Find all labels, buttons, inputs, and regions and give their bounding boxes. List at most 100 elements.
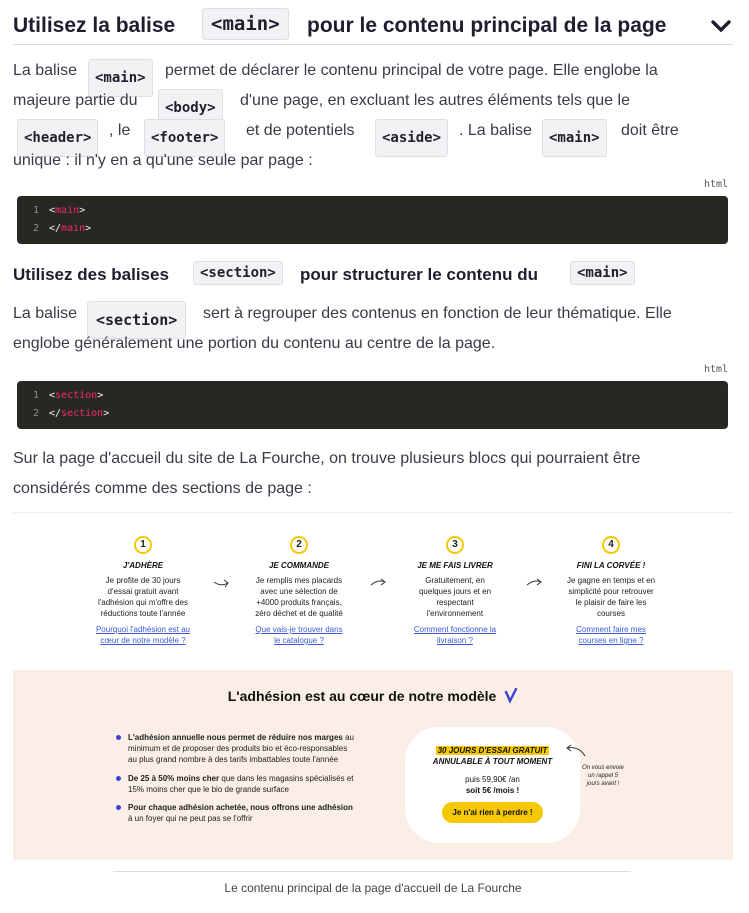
price-line: puis 59,90€ /an xyxy=(465,775,520,784)
step-link[interactable]: Que vais-je trouver dans le catalogue ? xyxy=(239,624,359,646)
step-link[interactable]: Pourquoi l'adhésion est au cœur de notre… xyxy=(83,624,203,646)
promo-title-text: L'adhésion est au cœur de notre modèle xyxy=(227,688,497,704)
code-tag: main xyxy=(55,205,80,216)
text-line: respectant xyxy=(436,598,474,607)
text: doit être xyxy=(621,122,679,139)
step-link[interactable]: Comment fonctionne la livraison ? xyxy=(395,624,515,646)
link-line[interactable]: livraison ? xyxy=(395,635,515,646)
code-punct: > xyxy=(79,205,86,216)
link-line[interactable]: cœur de notre modèle ? xyxy=(83,635,203,646)
code-punct: </ xyxy=(49,408,62,419)
text: . La balise xyxy=(459,122,532,139)
heading-code: <section> xyxy=(193,261,283,285)
code-line: 2 </section> xyxy=(17,408,109,419)
text: englobe généralement une portion du cont… xyxy=(13,335,496,352)
offer-line: 30 JOURS D'ESSAI GRATUIT xyxy=(435,746,550,755)
checkmark-doodle-icon xyxy=(505,687,518,704)
code-punct: </ xyxy=(49,223,62,234)
note-line: un rappel 5 xyxy=(587,773,619,779)
text: , le xyxy=(109,122,131,139)
bullet-rest: au xyxy=(345,733,354,742)
line-number: 2 xyxy=(32,408,39,419)
bullet-bold: Pour chaque adhésion achetée, nous offro… xyxy=(128,803,353,812)
link-line[interactable]: Que vais-je trouver dans xyxy=(239,624,359,635)
note-line: jours avant ! xyxy=(586,781,620,787)
inline-code: <main> xyxy=(542,119,607,157)
offer-card: 30 JOURS D'ESSAI GRATUIT ANNULABLE À TOU… xyxy=(405,727,580,843)
bullet-dot xyxy=(116,805,121,810)
line-number: 1 xyxy=(32,390,39,401)
text-line: réductions toute l'année xyxy=(100,609,186,618)
line-number: 2 xyxy=(32,223,39,234)
figure-caption: Le contenu principal de la page d'accuei… xyxy=(224,881,522,895)
steps-row: 1 J'ADHÈRE Je profite de 30 jours d'essa… xyxy=(13,530,733,660)
text-line: quelques jours et en xyxy=(418,587,492,596)
link-line[interactable]: Pourquoi l'adhésion est au xyxy=(83,624,203,635)
line-number: 1 xyxy=(32,205,39,216)
code-punct: > xyxy=(85,223,92,234)
step-number-badge: 4 xyxy=(602,536,620,554)
bullet-rest: que dans les magasins spécialisés et xyxy=(221,774,354,783)
text: La balise xyxy=(13,305,78,322)
code-tag: section xyxy=(61,408,104,419)
step-description: Je gagne en temps et en simplicité pour … xyxy=(556,575,666,619)
arrow-right-icon xyxy=(370,578,386,586)
link-line[interactable]: courses en ligne ? xyxy=(551,635,671,646)
text-line: Je profite de 30 jours xyxy=(105,576,181,585)
text-line: l'environnement xyxy=(426,609,484,618)
heading-text: Utilisez des balises xyxy=(13,265,169,284)
curved-arrow-icon xyxy=(566,744,586,757)
bullet-bold: L'adhésion annuelle nous permet de rédui… xyxy=(128,733,343,742)
text: considérés comme des sections de page : xyxy=(13,480,312,497)
step-title: FINI LA CORVÉE ! xyxy=(576,561,646,570)
text-line: avec une sélection de xyxy=(260,587,338,596)
heading-text: pour structurer le contenu du xyxy=(300,265,539,284)
bullet-dot xyxy=(116,735,121,740)
text: sert à regrouper des contenus en fonctio… xyxy=(203,305,672,322)
code-line: 1 <main> xyxy=(17,205,85,216)
text-line: courses xyxy=(596,609,625,618)
link-line[interactable]: Comment faire mes xyxy=(551,624,671,635)
chevron-down-icon[interactable] xyxy=(710,18,732,34)
text-line: le plaisir de faire les xyxy=(575,598,647,607)
heading-text: pour le contenu principal de la page xyxy=(307,14,667,37)
lafourche-paragraph: Sur la page d'accueil du site de La Four… xyxy=(13,444,738,504)
step-number-badge: 1 xyxy=(134,536,152,554)
step-description: Je remplis mes placards avec une sélecti… xyxy=(244,575,354,619)
code-lang-label: html xyxy=(704,364,729,375)
step-description: Gratuitement, en quelques jours et en re… xyxy=(400,575,510,619)
section-heading-main: Utilisez la balise <main> pour le conten… xyxy=(13,8,733,44)
text-line: zéro déchet et de qualité xyxy=(255,609,343,618)
code-punct: > xyxy=(103,408,110,419)
code-block-main[interactable]: 1 <main> 2 </main> xyxy=(17,196,728,244)
text-line: Je remplis mes placards xyxy=(255,576,343,585)
bullet-text: Pour chaque adhésion achetée, nous offro… xyxy=(128,802,386,824)
price-line: soit 5€ /mois ! xyxy=(465,786,520,795)
step-title: J'ADHÈRE xyxy=(122,561,164,570)
offer-line: ANNULABLE À TOUT MOMENT xyxy=(432,757,553,766)
bullet-text: L'adhésion annuelle nous permet de rédui… xyxy=(128,732,386,765)
heading-divider xyxy=(13,44,733,45)
code-line: 2 </main> xyxy=(17,223,91,234)
code-block-section[interactable]: 1 <section> 2 </section> xyxy=(17,381,728,429)
link-line[interactable]: le catalogue ? xyxy=(239,635,359,646)
offer-headline: 30 JOURS D'ESSAI GRATUIT ANNULABLE À TOU… xyxy=(405,745,580,767)
bullet-rest: à un foyer qui ne peut pas se l'offrir xyxy=(128,814,253,823)
promo-section: L'adhésion est au cœur de notre modèle L… xyxy=(13,670,733,860)
text: La balise xyxy=(13,62,78,79)
text-line: l'adhésion qui m'offre des xyxy=(97,598,189,607)
bullet-bold: De 25 à 50% moins cher xyxy=(128,774,220,783)
text-line: d'essai gratuit avant xyxy=(107,587,179,596)
promo-title: L'adhésion est au cœur de notre modèle xyxy=(13,687,733,704)
heading-code: <main> xyxy=(202,8,289,40)
bullet-text: De 25 à 50% moins cher que dans les maga… xyxy=(128,773,386,795)
section-paragraph: La balise <section> sert à regrouper des… xyxy=(13,299,738,359)
text: et de potentiels xyxy=(246,122,355,139)
offer-cta-button[interactable]: Je n'ai rien à perdre ! xyxy=(442,802,543,823)
step-link[interactable]: Comment faire mes courses en ligne ? xyxy=(551,624,671,646)
code-line: 1 <section> xyxy=(17,390,103,401)
text-line: Je gagne en temps et en xyxy=(566,576,656,585)
link-line[interactable]: Comment fonctionne la xyxy=(395,624,515,635)
text-line: Gratuitement, en xyxy=(425,576,485,585)
inline-code: <aside> xyxy=(375,119,449,157)
